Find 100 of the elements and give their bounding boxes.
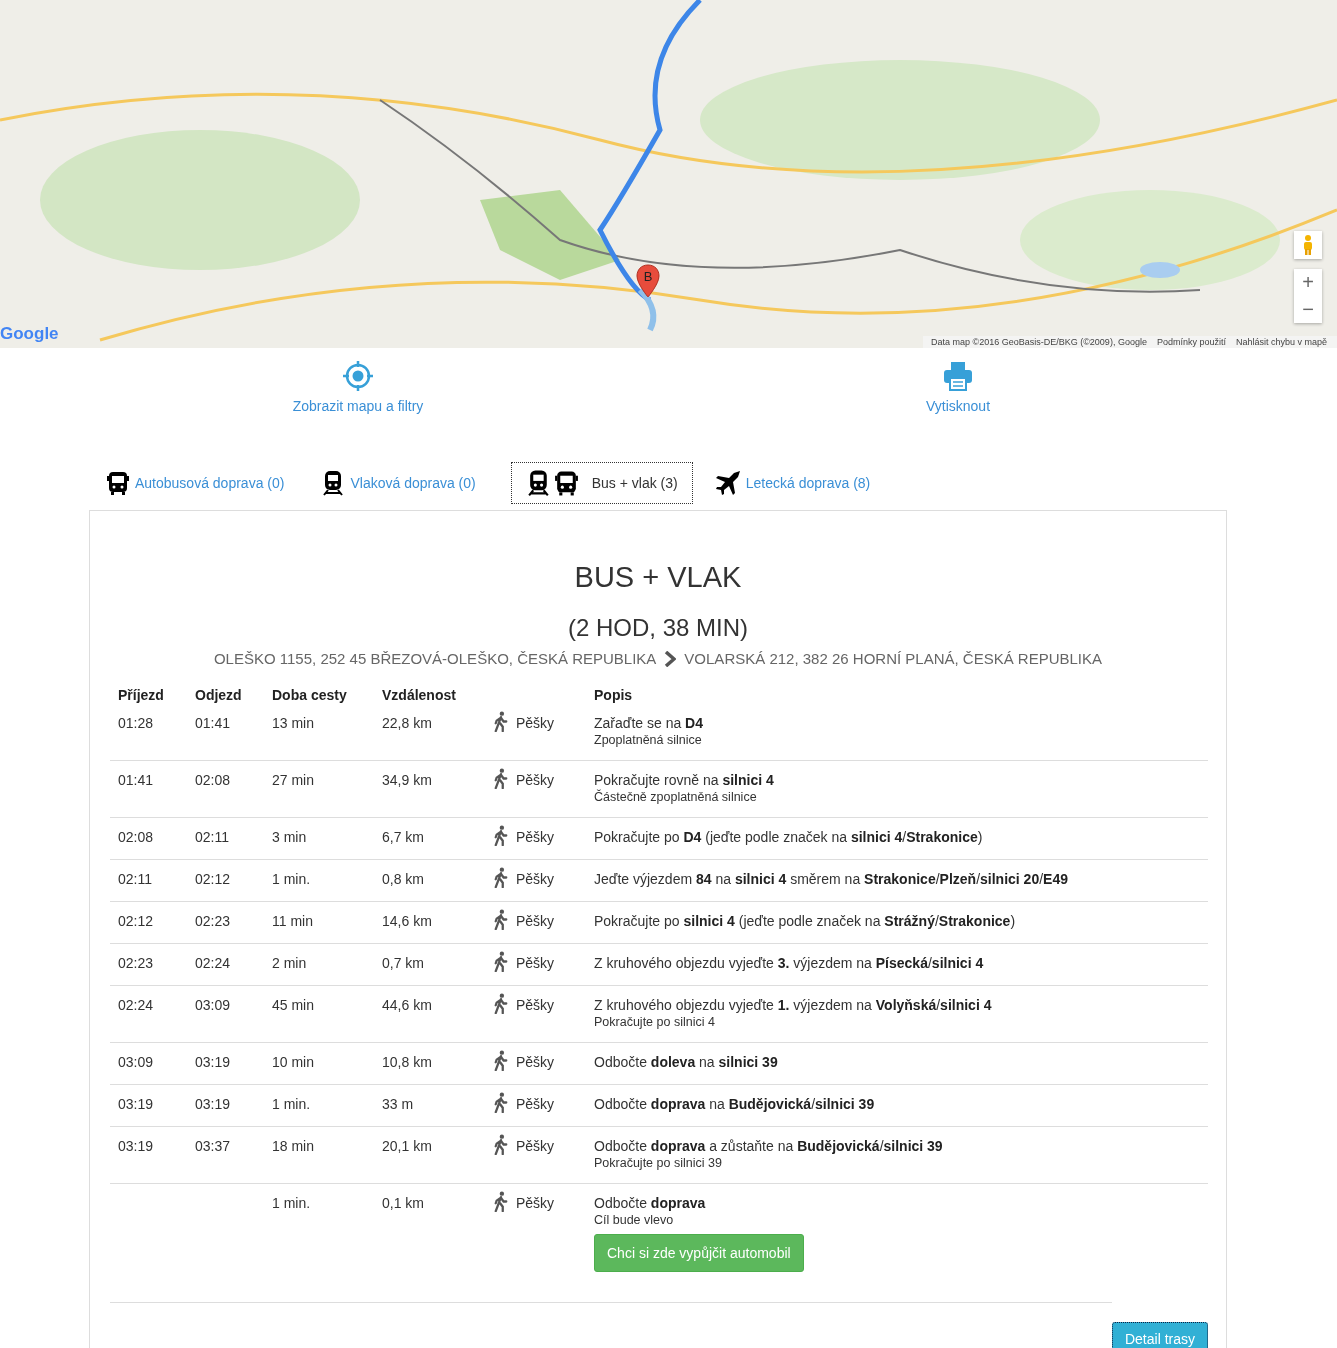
table-cell: 03:19 [195,1096,231,1112]
walking-person-icon [494,1191,508,1212]
table-cell: 03:19 [118,1138,154,1154]
pegman-icon [1301,234,1315,256]
table-cell: 1 min. [272,871,311,887]
table-cell: 01:41 [195,715,231,731]
walking-person-icon [494,867,508,888]
table-cell: 44,6 km [382,997,432,1013]
table-cell: 22,8 km [382,715,432,731]
table-cell-text: Pěšky [516,1194,555,1213]
map-logo: Google [0,324,59,344]
table-cell: 02:23 [118,955,154,971]
table-cell: 02:12 [195,871,231,887]
table-cell: 02:08 [118,829,154,845]
table-cell: 3 min [272,829,307,845]
printer-icon [942,360,974,392]
direction-text: Jeďte výjezdem 84 na silnici 4 směrem na Strakonice/Plzeň/silnici 20/E49 [594,870,1069,889]
table-cell: 02:24 [195,955,231,971]
bus-icon [105,470,131,496]
table-cell-text: Pěšky [516,771,555,790]
table-cell: 13 min [272,715,315,731]
table-cell: 03:19 [195,1054,231,1070]
column-header: Popis [593,686,634,705]
table-cell-text: Pěšky [516,1095,555,1114]
direction-text: Pokračujte po silnici 4 (jeďte podle značek na Strážný/Strakonice) [594,912,1017,931]
table-cell: 34,9 km [382,772,432,788]
walking-person-icon [494,993,508,1014]
table-cell-text: Pěšky [516,912,555,931]
table-cell: 1 min. [272,1096,311,1112]
table-cell: 2 min [272,955,307,971]
walking-person-icon [494,951,508,972]
direction-text: Pokračujte rovně na silnici 4 [594,771,775,789]
table-cell: 02:08 [195,772,231,788]
column-header: Odjezd [194,686,243,705]
table-cell: 02:12 [118,913,154,929]
rent-car-button[interactable]: Chci si zde vypůjčit automobil [594,1234,804,1272]
table-cell: 03:37 [195,1138,231,1154]
table-cell: 10,8 km [382,1054,432,1070]
table-cell: 02:11 [195,829,229,845]
table-cell: 45 min [272,997,315,1013]
map-marker[interactable]: B [636,264,660,298]
table-cell: 18 min [272,1138,315,1154]
table-cell: 02:24 [118,997,154,1013]
walking-person-icon [494,909,508,930]
direction-note: Cíl bude vlevo [594,1213,675,1228]
table-cell: 33 m [382,1096,414,1112]
transport-tab[interactable]: Vlaková doprava (0) [319,463,491,503]
zoom-in-button[interactable]: + [1294,269,1322,296]
direction-note: Pokračujte po silnici 39 [594,1156,723,1171]
direction-text: Odbočte doprava a zůstaňte na Budějovická/silnici 39 [594,1137,944,1156]
zoom-out-button[interactable]: − [1294,296,1322,323]
table-cell-text: Pěšky [516,828,555,847]
direction-text: Odbočte doleva na silnici 39 [594,1053,779,1072]
direction-text: Odbočte doprava na Budějovická/silnici 39 [594,1095,876,1114]
route-origin: OLEŠKO 1155, 252 45 BŘEZOVÁ-OLEŠKO, ČESKÁ REPUBLIKA [213,650,657,667]
crosshair-icon [342,360,374,392]
walking-person-icon [494,1134,508,1155]
route-destination: VOLARSKÁ 212, 382 26 HORNÍ PLANÁ, ČESKÁ REPUBLIKA [684,650,1103,667]
direction-text: Pokračujte po D4 (jeďte podle značek na silnici 4/Strakonice) [594,828,984,847]
airplane-icon [713,469,742,497]
map-attribution: Data map ©2016 GeoBasis-DE/BKG (©2009), Google [931,337,1147,347]
table-cell: 0,8 km [382,871,424,887]
table-cell-text: Pěšky [516,870,555,889]
map-filters-link[interactable]: Zobrazit mapu a filtry [58,360,658,414]
route-duration: (2 HOD, 38 MIN) [567,614,749,642]
direction-note: Zpoplatněná silnice [594,733,703,748]
table-cell-text: Pěšky [516,954,555,973]
table-cell: 03:09 [195,997,231,1013]
street-view-button[interactable] [1294,231,1322,259]
transport-tab[interactable]: Letecká doprava (8) [712,462,886,504]
table-cell: 01:41 [118,772,154,788]
column-header: Vzdálenost [381,686,457,705]
direction-text: Odbočte doprava [594,1194,707,1213]
table-cell: 01:28 [118,715,154,731]
map-link[interactable]: Podmínky použití [1156,337,1226,347]
transport-tab[interactable]: Bus + vlak (3) [510,462,693,504]
transport-tab[interactable]: Autobusová doprava (0) [104,463,300,503]
table-cell: 03:19 [118,1096,154,1112]
print-link[interactable]: Vytisknout [658,360,1258,414]
table-cell: 0,7 km [382,955,424,971]
table-cell: 6,7 km [382,829,424,845]
map-link[interactable]: Nahlásit chybu v mapě [1235,337,1327,347]
table-cell-text: Pěšky [516,996,555,1015]
table-cell-text: Pěšky [516,1137,555,1156]
chevron-icon [664,650,677,667]
table-cell: 03:09 [118,1054,154,1070]
direction-text: Zařaďte se na D4 [594,714,704,733]
route-detail-button[interactable]: Detail trasy [1111,1322,1208,1348]
direction-note: Pokračujte po silnici 4 [594,1015,716,1030]
column-header: Příjezd [117,686,165,705]
walking-person-icon [494,1050,508,1071]
walking-person-icon [494,711,508,732]
table-cell: 1 min. [272,1195,311,1211]
table-cell: 02:11 [118,871,152,887]
table-cell-text: Pěšky [516,714,555,733]
walking-person-icon [494,768,508,789]
route-title: BUS + VLAK [573,561,743,594]
direction-text: Z kruhového objezdu vyjeďte 3. výjezdem na Písecká/silnici 4 [594,954,985,973]
table-cell: 11 min [272,913,313,929]
direction-note: Částečně zpoplatněná silnice [594,790,758,805]
